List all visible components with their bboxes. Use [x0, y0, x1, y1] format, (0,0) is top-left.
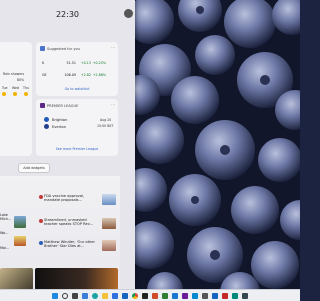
- brighton-crest-icon: [44, 117, 49, 122]
- news-image: [14, 216, 26, 228]
- news-item[interactable]: Matthew Windler, 'Our other Brother' Sta…: [39, 240, 118, 254]
- stock-row[interactable]: K 51.51 +0.13 +0.25%: [42, 58, 114, 67]
- store-icon[interactable]: [112, 292, 118, 299]
- news-tile-left[interactable]: Lake Mich...: [0, 213, 14, 227]
- news-title: Matthew Windler, 'Our other Brother' Sta…: [44, 240, 95, 249]
- news-source-icon: [39, 219, 43, 223]
- windows-icon[interactable]: [52, 292, 58, 299]
- weather-humidity: 80%: [17, 78, 25, 82]
- more-options-icon[interactable]: ⋯: [111, 102, 115, 107]
- see-more-league-link[interactable]: See more Premier League: [36, 147, 118, 151]
- widgets-panel: 22:30 Rain showers 80% Tue Wed Thu Sugge…: [0, 0, 135, 289]
- news-tile-left[interactable]: Wo...: [0, 231, 14, 245]
- watchlist-link[interactable]: Go to watchlist: [36, 87, 118, 91]
- stocks-header: Suggested for you: [47, 46, 80, 51]
- widgets-icon[interactable]: [82, 292, 88, 299]
- profile-avatar[interactable]: [124, 9, 133, 18]
- app-icon[interactable]: [242, 292, 248, 299]
- news-source-icon: [39, 241, 43, 245]
- stocks-icon: [40, 46, 45, 51]
- stocks-widget[interactable]: Suggested for you ⋯ K 51.51 +0.13 +0.25%…: [36, 42, 118, 96]
- mail-icon[interactable]: [122, 292, 128, 299]
- league-icon: [40, 103, 45, 108]
- match-date: Aug 20: [100, 118, 112, 122]
- app-icon[interactable]: [152, 292, 158, 299]
- stock-percent: +0.25%: [92, 60, 106, 65]
- stock-change: +0.13: [80, 60, 91, 65]
- everton-crest-icon: [44, 124, 49, 129]
- sun-icon: [13, 92, 17, 96]
- chrome-icon[interactable]: [132, 292, 138, 299]
- team-home: Brighton: [44, 117, 67, 122]
- news-image: [14, 236, 26, 246]
- app-icon[interactable]: [202, 292, 208, 299]
- news-source-icon: [39, 195, 43, 199]
- news-item[interactable]: Streamlined, unmasked teacher speaks STO…: [39, 218, 118, 232]
- forecast-day-2: Wed: [12, 86, 19, 90]
- app-icon[interactable]: [182, 292, 188, 299]
- news-tile-label: Wo...: [0, 231, 9, 235]
- news-tile-label: Mai...: [0, 246, 10, 250]
- premier-league-widget[interactable]: PREMIER LEAGUE ⋯ Brighton Everton Aug 20…: [36, 99, 118, 156]
- task-view-icon[interactable]: [72, 292, 78, 299]
- match-time: 15:00 BST: [97, 124, 114, 128]
- terminal-icon[interactable]: [142, 292, 148, 299]
- news-tile-label: Lake Mich...: [0, 213, 12, 222]
- app-icon[interactable]: [222, 292, 228, 299]
- more-options-icon[interactable]: ⋯: [111, 45, 115, 50]
- app-icon[interactable]: [192, 292, 198, 299]
- stock-symbol: K: [42, 60, 45, 65]
- app-icon[interactable]: [232, 292, 238, 299]
- team-away: Everton: [44, 124, 66, 129]
- stock-percent: +2.86%: [92, 72, 106, 77]
- sun-icon: [2, 92, 6, 96]
- news-tile-left[interactable]: Mai...: [0, 246, 14, 260]
- forecast-day-3: Thu: [23, 86, 29, 90]
- news-item[interactable]: FDA vaccine approval, mandate proposals.…: [39, 194, 118, 208]
- edge-icon[interactable]: [92, 292, 98, 299]
- app-icon[interactable]: [162, 292, 168, 299]
- sun-icon: [24, 92, 28, 96]
- clock: 22:30: [55, 10, 80, 19]
- explorer-icon[interactable]: [102, 292, 108, 299]
- news-title: FDA vaccine approval, mandate proposals.…: [44, 194, 85, 203]
- news-thumbnail: [102, 218, 116, 229]
- stock-value: 106.09: [64, 72, 76, 77]
- team-home-name: Brighton: [52, 117, 68, 122]
- add-widgets-button[interactable]: Add widgets: [18, 163, 50, 173]
- team-away-name: Everton: [52, 124, 66, 129]
- news-thumbnail: [102, 240, 116, 251]
- stock-value: 51.51: [66, 60, 76, 65]
- news-title: Streamlined, unmasked teacher speaks STO…: [44, 218, 94, 227]
- forecast-day-1: Tue: [2, 86, 8, 90]
- search-icon[interactable]: [62, 292, 68, 299]
- news-hero-image[interactable]: [35, 268, 118, 289]
- stock-change: +2.82: [80, 72, 91, 77]
- stock-row[interactable]: GE 106.09 +2.82 +2.86%: [42, 70, 114, 79]
- app-icon[interactable]: [212, 292, 218, 299]
- news-hero-image[interactable]: [0, 268, 33, 289]
- stock-symbol: GE: [42, 72, 47, 77]
- weather-condition: Rain showers: [3, 72, 25, 76]
- news-thumbnail: [102, 194, 116, 205]
- weather-widget[interactable]: Rain showers 80% Tue Wed Thu: [0, 42, 32, 156]
- taskbar: [0, 289, 300, 301]
- app-icon[interactable]: [172, 292, 178, 299]
- league-header: PREMIER LEAGUE: [47, 103, 79, 108]
